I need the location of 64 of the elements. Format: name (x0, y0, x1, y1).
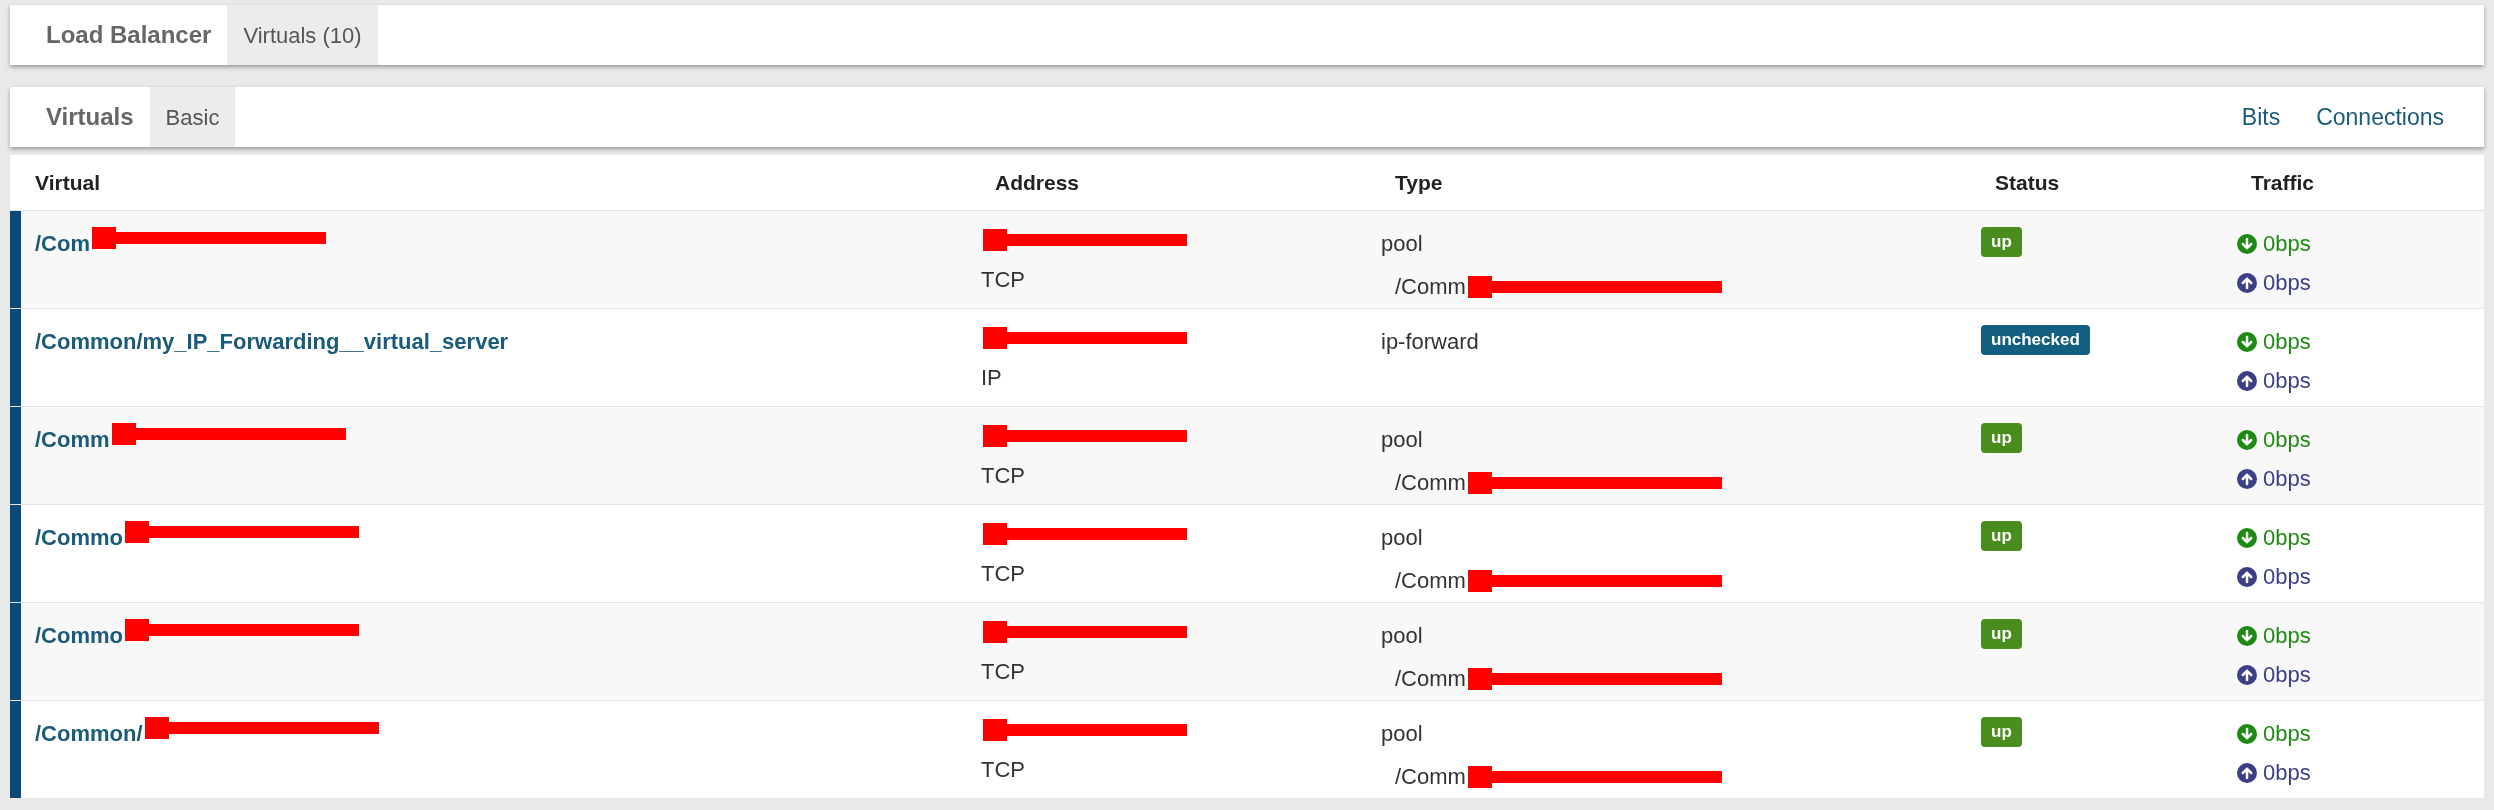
download-icon (2237, 527, 2257, 548)
column-header: Type (1395, 169, 1444, 196)
pool-text: /Comm (1395, 763, 1466, 791)
upload-icon (2237, 272, 2257, 293)
virtual-link[interactable]: /Common/ (35, 717, 143, 750)
download-icon (2237, 625, 2257, 646)
upload-icon (2237, 370, 2257, 391)
download-icon (2237, 331, 2257, 352)
type-text: pool (1381, 720, 1423, 748)
type-text: pool (1381, 230, 1423, 258)
upload-icon (2237, 468, 2257, 489)
nav-tab[interactable]: Basic (149, 87, 236, 147)
pool-text: /Comm (1395, 273, 1466, 301)
virtual-link[interactable]: /Common/my_IP_Forwarding__virtual_server (35, 325, 509, 358)
column-header: Traffic (2251, 169, 2316, 196)
protocol-text: TCP (981, 560, 1025, 588)
download-icon (2237, 233, 2257, 254)
traffic-text: 0bps (2263, 328, 2311, 356)
type-text: pool (1381, 426, 1423, 454)
pool-text: /Comm (1395, 665, 1466, 693)
download-icon (2237, 429, 2257, 450)
traffic-text: 0bps (2263, 563, 2311, 591)
column-header: Address (995, 169, 1081, 196)
pool-text: /Comm (1395, 469, 1466, 497)
traffic-text: 0bps (2263, 720, 2311, 748)
type-text: ip-forward (1381, 328, 1479, 356)
protocol-text: TCP (981, 462, 1025, 490)
traffic-text: 0bps (2263, 622, 2311, 650)
status-badge: up (1981, 619, 2022, 649)
nav-tab[interactable]: Virtuals (30, 87, 150, 147)
upload-icon (2237, 566, 2257, 587)
breadcrumb-item[interactable]: Load Balancer (30, 5, 228, 65)
virtual-link[interactable]: /Commo (35, 521, 123, 554)
nav-link[interactable]: Connections (2316, 99, 2444, 135)
download-icon (2237, 723, 2257, 744)
type-text: pool (1381, 622, 1423, 650)
status-badge: unchecked (1981, 325, 2090, 355)
traffic-text: 0bps (2263, 524, 2311, 552)
protocol-text: TCP (981, 658, 1025, 686)
traffic-text: 0bps (2263, 426, 2311, 454)
breadcrumb-item[interactable]: Virtuals (10) (227, 5, 378, 65)
column-header: Status (1995, 169, 2061, 196)
status-badge: up (1981, 717, 2022, 747)
virtual-link[interactable]: /Comm (35, 423, 110, 456)
protocol-text: TCP (981, 756, 1025, 784)
pool-text: /Comm (1395, 567, 1466, 595)
upload-icon (2237, 762, 2257, 783)
protocol-text: IP (981, 364, 1002, 392)
traffic-text: 0bps (2263, 230, 2311, 258)
virtual-link[interactable]: /Commo (35, 619, 123, 652)
status-badge: up (1981, 227, 2022, 257)
traffic-text: 0bps (2263, 269, 2311, 297)
traffic-text: 0bps (2263, 759, 2311, 787)
column-header: Virtual (35, 169, 101, 196)
traffic-text: 0bps (2263, 465, 2311, 493)
protocol-text: TCP (981, 266, 1025, 294)
type-text: pool (1381, 524, 1423, 552)
status-badge: up (1981, 423, 2022, 453)
upload-icon (2237, 664, 2257, 685)
traffic-text: 0bps (2263, 661, 2311, 689)
status-badge: up (1981, 521, 2022, 551)
nav-link[interactable]: Bits (2241, 99, 2281, 135)
virtual-link[interactable]: /Com (35, 227, 90, 260)
traffic-text: 0bps (2263, 367, 2311, 395)
